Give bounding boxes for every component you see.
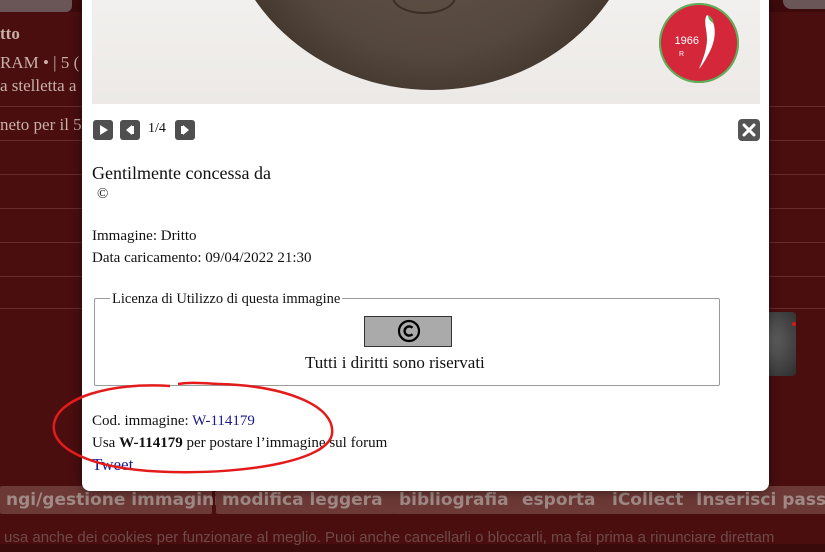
image-code-link[interactable]: W-114179 <box>192 413 255 429</box>
upload-date: Data caricamento: 09/04/2022 21:30 <box>92 250 312 266</box>
image-code-line: Cod. immagine: W-114179 <box>92 413 255 430</box>
horn-icon <box>699 15 715 69</box>
previous-icon <box>126 125 134 135</box>
background-marker <box>792 322 796 326</box>
license-legend: Licenza di Utilizzo di questa immagine <box>110 291 343 308</box>
rights-text: Tutti i diritti sono riservati <box>305 353 485 372</box>
close-button[interactable] <box>738 119 760 141</box>
background-tab <box>0 0 72 12</box>
close-icon <box>742 123 756 137</box>
coin-edge <box>222 0 642 90</box>
copyright-symbol: © <box>97 186 109 202</box>
next-icon <box>181 125 189 135</box>
background-heading: tto <box>0 24 20 43</box>
usage-instructions: Usa W-114179 per postare l’immagine sul … <box>92 435 387 452</box>
image-code-label: Cod. immagine: <box>92 413 193 429</box>
usage-suffix: per postare l’immagine sul forum <box>182 435 388 451</box>
coin-image[interactable]: 1966 R <box>92 0 760 104</box>
play-button[interactable] <box>93 120 113 140</box>
play-icon <box>100 125 108 135</box>
image-label: Immagine: Dritto <box>92 228 197 244</box>
background-text: neto per il 5 <box>0 115 82 134</box>
next-button[interactable] <box>175 120 195 140</box>
tweet-link[interactable]: Tweet <box>92 455 133 475</box>
background-tab <box>783 0 825 9</box>
license-badge[interactable] <box>364 316 452 347</box>
logo-letter: R <box>679 51 685 58</box>
cookie-notice: usa anche dei cookies per funzionare al … <box>4 529 775 546</box>
logo-year: 1966 <box>674 35 699 47</box>
usage-code: W-114179 <box>119 435 183 451</box>
credit-title: Gentilmente concessa da <box>92 163 271 183</box>
usage-prefix: Usa <box>92 435 120 451</box>
background-text: RAM • | 5 ( <box>0 53 80 72</box>
copyright-icon <box>397 319 421 343</box>
previous-button[interactable] <box>120 120 140 140</box>
image-counter: 1/4 <box>148 121 166 136</box>
watermark-logo: 1966 R <box>659 3 739 83</box>
background-text: a stelletta a <box>0 76 77 95</box>
